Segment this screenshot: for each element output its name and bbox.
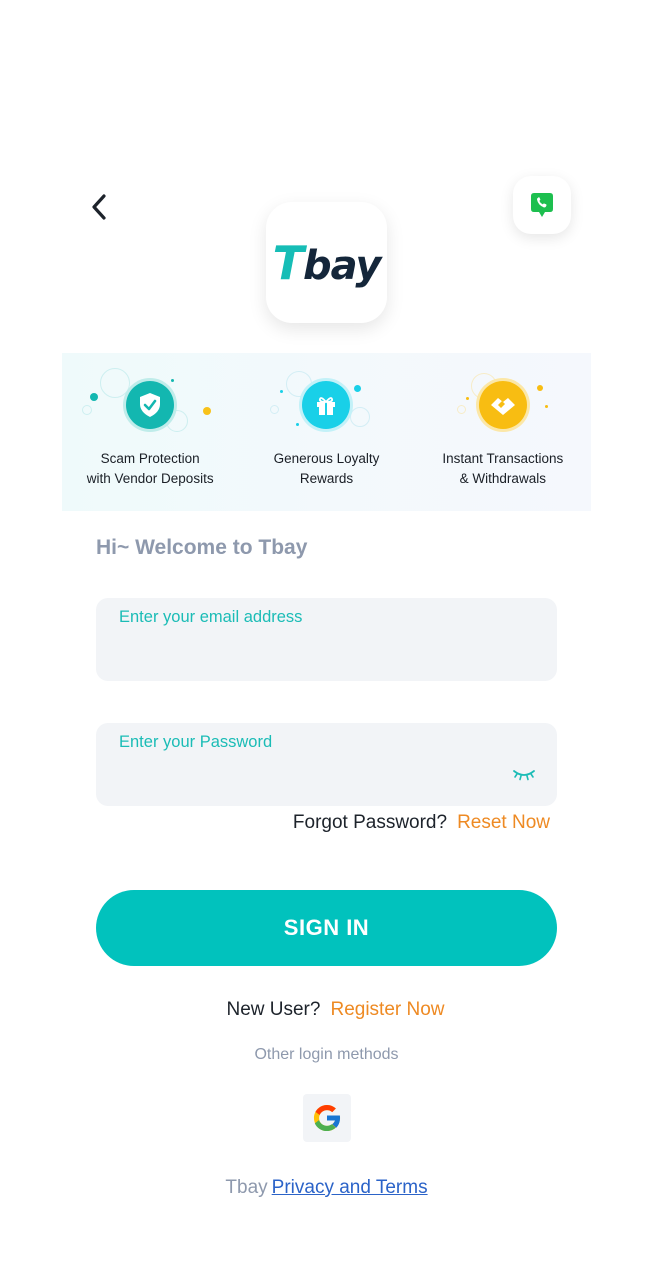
tbay-logo: Tbay [266,202,387,323]
sign-in-button[interactable]: SIGN IN [96,890,557,966]
password-field-label: Enter your Password [119,733,273,751]
footer: Tbay Privacy and Terms [0,1177,653,1199]
eye-closed-icon [513,770,535,781]
privacy-terms-link[interactable]: Privacy and Terms [272,1177,428,1198]
feature-icon-circle [478,381,527,429]
forgot-password-text: Forgot Password? [292,812,448,833]
feature-icon-circle [302,381,351,429]
feature-label: Scam Protection with Vendor Deposits [87,449,214,489]
google-login-button[interactable] [303,1094,351,1142]
password-field[interactable]: Enter your Password [96,723,557,806]
feature-instant-transactions: Instant Transactions & Withdrawals [415,353,591,511]
feature-label-line1: Scam Protection [100,451,200,466]
feature-loyalty-rewards: Generous Loyalty Rewards [238,353,414,511]
handshake-icon [490,398,515,415]
logo-letters-bay: bay [302,242,381,289]
feature-label: Generous Loyalty Rewards [274,449,380,489]
shield-check-icon [140,393,161,417]
email-input[interactable] [119,638,499,668]
back-button[interactable] [82,188,116,226]
features-banner: Scam Protection with Vendor Deposits Gen… [62,353,591,511]
register-row: New User? Register Now [0,999,671,1021]
welcome-heading: Hi~ Welcome to Tbay [96,536,308,559]
logo-wordmark: Tbay [272,235,382,290]
toggle-password-visibility[interactable] [511,765,537,785]
email-field-label: Enter your email address [119,608,303,626]
reset-now-link[interactable]: Reset Now [457,812,550,833]
email-field[interactable]: Enter your email address [96,598,557,681]
feature-icon-circle [126,381,175,429]
feature-label-line2: with Vendor Deposits [86,471,214,486]
forgot-password-row: Forgot Password? Reset Now [293,812,550,834]
password-input[interactable] [119,763,499,793]
chevron-left-icon [92,194,106,220]
feature-label-line1: Generous Loyalty [273,451,380,466]
support-call-button[interactable] [513,176,571,234]
feature-art [80,365,220,435]
feature-art [256,365,396,435]
phone-chat-icon [531,193,553,217]
logo-letter-t: T [272,235,304,290]
other-login-methods-label: Other login methods [254,1046,399,1063]
register-now-link[interactable]: Register Now [330,999,444,1020]
feature-label-line2: Rewards [299,471,354,486]
footer-brand: Tbay [225,1177,268,1198]
google-icon [313,1104,341,1132]
feature-art [433,365,573,435]
feature-scam-protection: Scam Protection with Vendor Deposits [62,353,238,511]
gift-icon [317,397,336,415]
feature-label-line2: & Withdrawals [459,471,546,486]
new-user-text: New User? [226,999,321,1020]
feature-label: Instant Transactions & Withdrawals [442,449,563,489]
feature-label-line1: Instant Transactions [442,451,564,466]
